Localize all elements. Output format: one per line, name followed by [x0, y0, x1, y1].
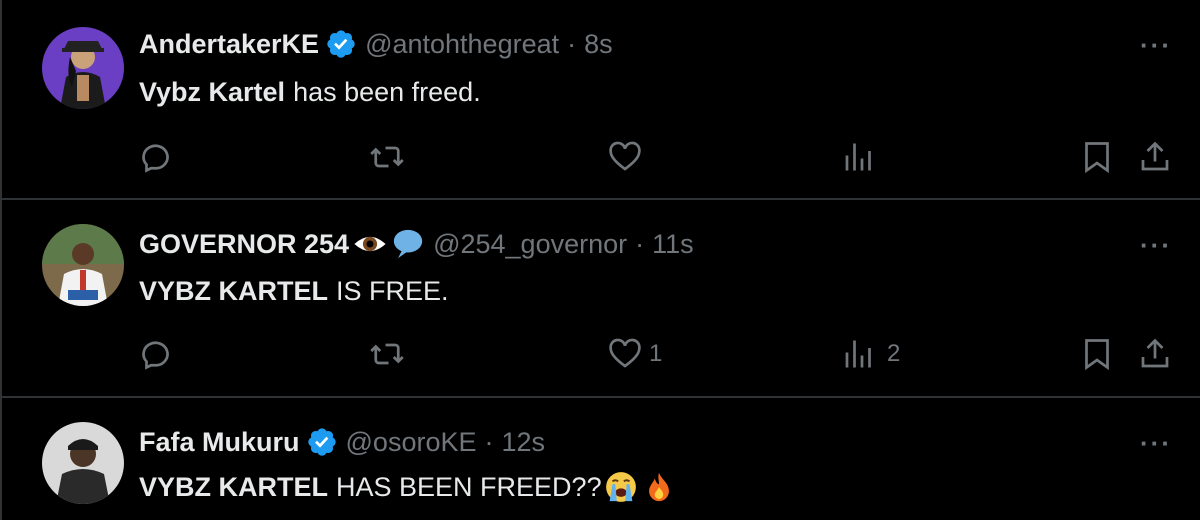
- tweet[interactable]: Fafa Mukuru @osoroKE · 12s ··· VYBZ KART…: [2, 398, 1200, 520]
- reply-button[interactable]: [139, 137, 175, 177]
- speech-bubble-emoji-icon: [393, 229, 423, 259]
- tweet-header: Fafa Mukuru @osoroKE · 12s: [139, 426, 545, 458]
- share-button[interactable]: [1137, 334, 1173, 374]
- user-handle[interactable]: @osoroKE: [346, 426, 477, 458]
- retweet-button[interactable]: [369, 137, 405, 177]
- display-name[interactable]: GOVERNOR 254: [139, 228, 349, 260]
- tweet-text: VYBZ KARTEL IS FREE.: [139, 274, 449, 308]
- retweet-button[interactable]: [369, 334, 405, 374]
- tweet-text-bold: Vybz Kartel: [139, 77, 286, 107]
- reply-icon: [142, 144, 169, 173]
- avatar[interactable]: [42, 422, 124, 504]
- tweet-text-bold: VYBZ KARTEL: [139, 472, 328, 502]
- user-handle[interactable]: @antohthegreat: [365, 28, 559, 60]
- more-options-icon[interactable]: ···: [1140, 428, 1172, 459]
- loudly-crying-face-emoji-icon: [605, 472, 636, 502]
- bookmark-icon: [1085, 142, 1109, 174]
- bookmark-button[interactable]: [1079, 137, 1115, 177]
- separator-dot: ·: [635, 229, 645, 259]
- verified-badge-icon: [307, 428, 336, 456]
- avatar[interactable]: [42, 27, 124, 109]
- share-icon: [1141, 338, 1169, 368]
- tweet[interactable]: AndertakerKE @antohthegreat · 8s ··· Vyb…: [2, 0, 1200, 200]
- tweet-text-bold: VYBZ KARTEL: [139, 276, 328, 306]
- like-count: 1: [649, 340, 663, 367]
- timeline-feed: AndertakerKE @antohthegreat · 8s ··· Vyb…: [0, 0, 1200, 520]
- tweet-text-rest: has been freed.: [293, 77, 481, 107]
- share-icon: [1141, 141, 1169, 171]
- heart-icon: [609, 141, 641, 171]
- separator-dot: ·: [484, 427, 494, 457]
- verified-badge-icon: [327, 30, 355, 58]
- timestamp[interactable]: 8s: [584, 28, 613, 60]
- separator-dot: ·: [567, 29, 577, 59]
- more-options-icon[interactable]: ···: [1140, 230, 1172, 261]
- tweet-text: Vybz Kartel has been freed.: [139, 75, 481, 109]
- tweet-actions: 1 2: [139, 334, 1179, 374]
- views-button[interactable]: [841, 137, 877, 177]
- bookmark-icon: [1085, 339, 1109, 371]
- bookmark-button[interactable]: [1079, 334, 1115, 374]
- retweet-icon: [370, 146, 404, 168]
- reply-icon: [142, 341, 169, 370]
- timestamp[interactable]: 12s: [501, 426, 545, 458]
- avatar[interactable]: [42, 224, 124, 306]
- more-options-icon[interactable]: ···: [1140, 30, 1172, 61]
- share-button[interactable]: [1137, 137, 1173, 177]
- fire-emoji-icon: [648, 472, 669, 502]
- heart-icon: [609, 338, 641, 368]
- views-button[interactable]: 2: [841, 334, 900, 374]
- tweet-header: GOVERNOR 254 @254_governor · 11s: [139, 227, 694, 261]
- tweet-text-rest: HAS BEEN FREED??: [336, 472, 602, 502]
- view-count: 2: [887, 340, 901, 367]
- tweet-header: AndertakerKE @antohthegreat · 8s: [139, 28, 613, 60]
- timestamp[interactable]: 11s: [652, 228, 694, 260]
- tweet-text-rest: IS FREE.: [336, 276, 449, 306]
- views-chart-icon: [845, 143, 871, 171]
- reply-button[interactable]: [139, 334, 175, 374]
- user-handle[interactable]: @254_governor: [433, 228, 627, 260]
- tweet[interactable]: GOVERNOR 254 @254_governor · 11s ··· VYB…: [2, 200, 1200, 398]
- like-button[interactable]: [607, 137, 643, 177]
- eye-emoji-icon: [354, 236, 386, 252]
- tweet-actions: [139, 137, 1179, 177]
- retweet-icon: [370, 343, 404, 365]
- display-name[interactable]: Fafa Mukuru: [139, 426, 300, 458]
- tweet-text: VYBZ KARTEL HAS BEEN FREED??: [139, 470, 676, 504]
- like-button[interactable]: 1: [607, 334, 662, 374]
- display-name[interactable]: AndertakerKE: [139, 28, 319, 60]
- views-chart-icon: [845, 340, 871, 368]
